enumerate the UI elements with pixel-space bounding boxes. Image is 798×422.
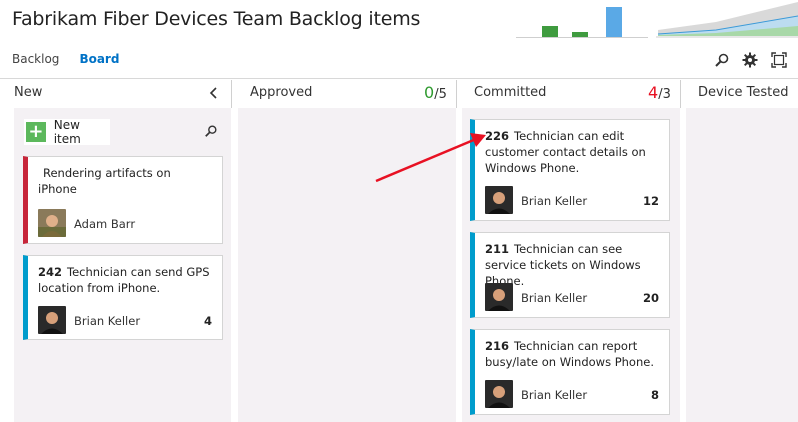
card-title-text: Technician can edit customer contact det… bbox=[485, 129, 646, 175]
annotation-arrow bbox=[375, 133, 486, 183]
plus-icon: + bbox=[26, 122, 46, 142]
header-divider bbox=[0, 78, 798, 79]
wip-limit: /3 bbox=[658, 87, 671, 102]
velocity-bar bbox=[542, 26, 558, 37]
card-title: Rendering artifacts on iPhone bbox=[38, 165, 212, 197]
column-header-committed: Committed 4/3 bbox=[462, 80, 674, 108]
new-item-label: New item bbox=[53, 118, 81, 146]
velocity-bar bbox=[606, 7, 622, 37]
assignee-name: Brian Keller bbox=[521, 194, 588, 208]
new-item-button[interactable]: + New item bbox=[24, 118, 110, 146]
card-title: 216 Technician can report busy/late on Wi… bbox=[485, 338, 659, 370]
effort-value: 4 bbox=[203, 314, 212, 328]
card-title: 242 Technician can send GPS location from… bbox=[38, 264, 212, 296]
hub-nav: Backlog Board bbox=[12, 52, 119, 66]
wip-count: 0/5 bbox=[424, 83, 447, 102]
column-header-approved: Approved 0/5 bbox=[238, 80, 450, 108]
column-body-device-tested bbox=[686, 108, 798, 422]
work-item-card[interactable]: 211 Technician can see service tickets on… bbox=[470, 232, 670, 318]
wip-count: 4/3 bbox=[648, 83, 671, 102]
wip-current: 4 bbox=[648, 83, 659, 102]
card-id: 216 bbox=[485, 339, 510, 353]
effort-value: 12 bbox=[642, 194, 659, 208]
velocity-bar bbox=[572, 32, 588, 37]
card-title: 211 Technician can see service tickets on… bbox=[485, 241, 659, 289]
column-header-device-tested: Device Tested bbox=[686, 80, 798, 108]
work-item-card[interactable]: 242 Technician can send GPS location from… bbox=[23, 255, 223, 340]
assignee-name: Adam Barr bbox=[74, 217, 136, 231]
fullscreen-icon[interactable] bbox=[771, 52, 787, 68]
search-icon[interactable] bbox=[204, 124, 218, 138]
tab-backlog[interactable]: Backlog bbox=[12, 52, 59, 66]
wip-current: 0 bbox=[424, 83, 435, 102]
column-title: Approved bbox=[250, 85, 313, 100]
chevron-left-icon[interactable] bbox=[209, 86, 219, 100]
gear-icon[interactable] bbox=[742, 52, 758, 68]
avatar bbox=[38, 209, 66, 237]
work-item-card[interactable]: 226 Technician can edit customer contact … bbox=[470, 119, 670, 221]
column-divider bbox=[680, 80, 681, 108]
card-title-text: Rendering artifacts on iPhone bbox=[38, 166, 171, 196]
assignee-name: Brian Keller bbox=[521, 388, 588, 402]
column-header-new: New bbox=[14, 80, 226, 108]
assignee-name: Brian Keller bbox=[74, 314, 141, 328]
card-id: 211 bbox=[485, 242, 510, 256]
column-title: Device Tested bbox=[698, 85, 789, 100]
page-title: Fabrikam Fiber Devices Team Backlog item… bbox=[12, 8, 421, 30]
assignee-name: Brian Keller bbox=[521, 291, 588, 305]
avatar bbox=[485, 380, 513, 408]
card-title-text: Technician can send GPS location from iP… bbox=[38, 265, 210, 295]
avatar bbox=[485, 283, 513, 311]
tab-board[interactable]: Board bbox=[79, 52, 119, 66]
avatar bbox=[485, 186, 513, 214]
cumulative-flow-chart[interactable] bbox=[656, 0, 798, 38]
work-item-card[interactable]: 216 Technician can report busy/late on Wi… bbox=[470, 329, 670, 415]
column-divider bbox=[456, 80, 457, 108]
card-title: 226 Technician can edit customer contact … bbox=[485, 128, 659, 176]
wip-limit: /5 bbox=[434, 87, 447, 102]
column-title: Committed bbox=[474, 85, 547, 100]
search-icon[interactable] bbox=[714, 52, 730, 68]
card-id: 242 bbox=[38, 265, 63, 279]
column-divider bbox=[231, 80, 232, 108]
column-title: New bbox=[14, 85, 43, 100]
card-title-text: Technician can report busy/late on Windo… bbox=[485, 339, 654, 369]
work-item-card[interactable]: Rendering artifacts on iPhone Adam Barr bbox=[23, 156, 223, 244]
velocity-chart[interactable] bbox=[516, 6, 648, 38]
effort-value: 20 bbox=[642, 291, 659, 305]
avatar bbox=[38, 306, 66, 334]
effort-value: 8 bbox=[650, 388, 659, 402]
